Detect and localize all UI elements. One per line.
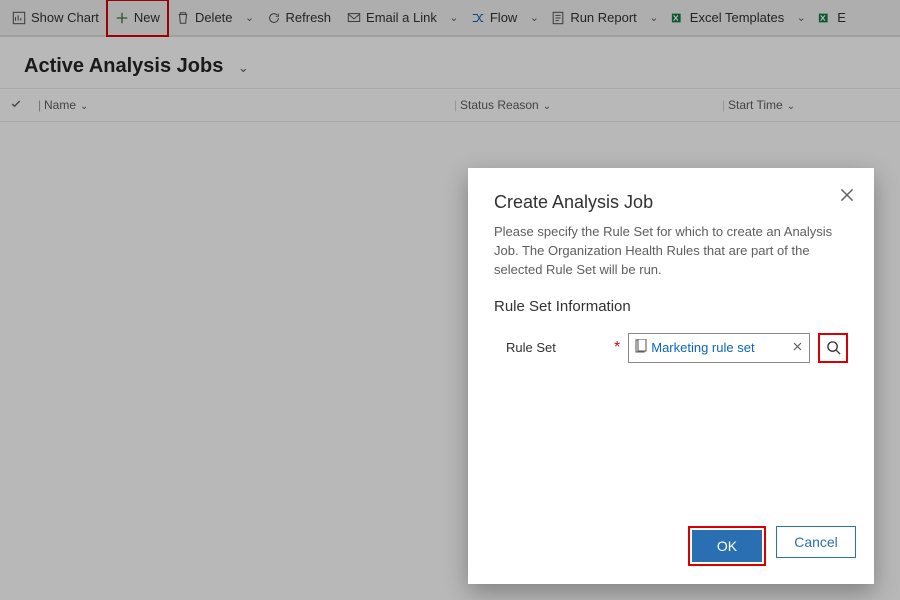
ok-button[interactable]: OK bbox=[692, 530, 762, 562]
column-status-reason[interactable]: Status Reason⌄ bbox=[460, 98, 722, 112]
view-header: Active Analysis Jobs ⌄ bbox=[0, 37, 900, 88]
flow-label: Flow bbox=[490, 10, 517, 25]
excel-icon bbox=[818, 11, 832, 25]
run-report-label: Run Report bbox=[570, 10, 636, 25]
excel-export-button[interactable]: E bbox=[810, 0, 846, 36]
delete-button[interactable]: Delete bbox=[168, 0, 241, 36]
chevron-down-icon[interactable]: ⌄ bbox=[241, 11, 259, 24]
chevron-down-icon[interactable]: ⌄ bbox=[238, 60, 249, 75]
rule-set-value: Marketing rule set bbox=[651, 340, 785, 355]
chevron-down-icon[interactable]: ⌄ bbox=[792, 11, 810, 24]
show-chart-label: Show Chart bbox=[31, 10, 99, 25]
cancel-button[interactable]: Cancel bbox=[776, 526, 856, 558]
column-start-label: Start Time bbox=[728, 98, 783, 112]
create-analysis-job-dialog: Create Analysis Job Please specify the R… bbox=[468, 168, 874, 584]
required-indicator: * bbox=[614, 339, 620, 357]
new-label: New bbox=[134, 10, 160, 25]
refresh-icon bbox=[267, 11, 281, 25]
clear-icon[interactable] bbox=[789, 340, 805, 355]
dialog-title: Create Analysis Job bbox=[494, 192, 848, 213]
dialog-description: Please specify the Rule Set for which to… bbox=[494, 223, 848, 280]
select-all-checkbox[interactable] bbox=[10, 98, 38, 113]
excel-export-label: E bbox=[837, 10, 846, 25]
refresh-button[interactable]: Refresh bbox=[259, 0, 340, 36]
rule-set-label: Rule Set bbox=[494, 340, 604, 355]
record-icon bbox=[635, 339, 647, 356]
grid-header: | Name⌄ | Status Reason⌄ | Start Time⌄ bbox=[0, 88, 900, 122]
trash-icon bbox=[176, 11, 190, 25]
rule-set-field-row: Rule Set * Marketing rule set bbox=[494, 333, 848, 363]
dialog-footer: OK Cancel bbox=[468, 526, 874, 584]
run-report-button[interactable]: Run Report bbox=[543, 0, 644, 36]
refresh-label: Refresh bbox=[286, 10, 332, 25]
chart-icon bbox=[12, 11, 26, 25]
show-chart-button[interactable]: Show Chart bbox=[4, 0, 107, 36]
email-link-label: Email a Link bbox=[366, 10, 437, 25]
report-icon bbox=[551, 11, 565, 25]
ok-button-highlight: OK bbox=[688, 526, 766, 566]
page-title: Active Analysis Jobs bbox=[24, 55, 223, 77]
excel-icon bbox=[671, 11, 685, 25]
plus-icon bbox=[115, 11, 129, 25]
chevron-down-icon[interactable]: ⌄ bbox=[445, 11, 463, 24]
flow-button[interactable]: Flow bbox=[463, 0, 525, 36]
dialog-section-title: Rule Set Information bbox=[494, 298, 848, 315]
excel-templates-button[interactable]: Excel Templates bbox=[663, 0, 792, 36]
flow-icon bbox=[471, 11, 485, 25]
column-name-label: Name bbox=[44, 98, 76, 112]
delete-label: Delete bbox=[195, 10, 233, 25]
email-link-button[interactable]: Email a Link bbox=[339, 0, 445, 36]
command-bar: Show Chart New Delete ⌄ Refresh Email a … bbox=[0, 0, 900, 36]
excel-templates-label: Excel Templates bbox=[690, 10, 784, 25]
rule-set-lookup-input[interactable]: Marketing rule set bbox=[628, 333, 810, 363]
lookup-search-button[interactable] bbox=[818, 333, 848, 363]
column-start-time[interactable]: Start Time⌄ bbox=[728, 98, 900, 112]
chevron-down-icon[interactable]: ⌄ bbox=[525, 11, 543, 24]
column-name[interactable]: Name⌄ bbox=[44, 98, 454, 112]
new-button[interactable]: New bbox=[107, 0, 168, 36]
column-status-label: Status Reason bbox=[460, 98, 539, 112]
close-icon[interactable] bbox=[838, 186, 856, 204]
chevron-down-icon[interactable]: ⌄ bbox=[645, 11, 663, 24]
mail-icon bbox=[347, 11, 361, 25]
